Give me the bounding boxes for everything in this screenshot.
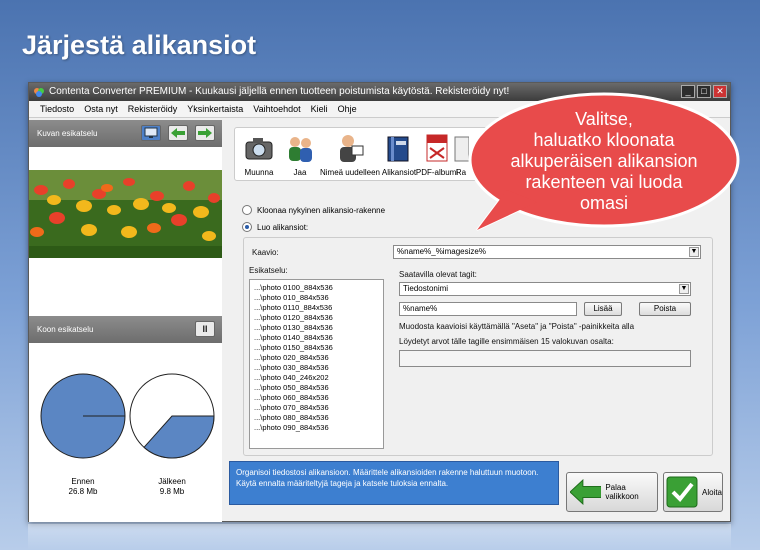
- after-title: Jälkeen: [158, 477, 186, 486]
- page-title: Järjestä alikansiot: [22, 30, 257, 60]
- pattern-label: Kaavio:: [252, 248, 279, 257]
- window-title: Contenta Converter PREMIUM - Kuukausi jä…: [49, 86, 510, 97]
- start-button-label: Aloita: [701, 487, 722, 497]
- clone-option-label: Kloonaa nykyinen alikansio-rakenne: [257, 205, 386, 215]
- size-pie-charts: Ennen 26.8 Mb Jälkeen 9.8 Mb: [29, 370, 222, 496]
- tool-convert[interactable]: Muunna: [239, 132, 279, 177]
- start-button[interactable]: Aloita: [663, 472, 723, 512]
- after-label: Jälkeen 9.8 Mb: [142, 477, 202, 497]
- image-preview-header: Kuvan esikatselu: [29, 120, 222, 147]
- create-option-label: Luo alikansiot:: [257, 222, 309, 232]
- list-item: ...\photo 020_884x536: [254, 353, 329, 362]
- list-item: ...\photo 080_884x536: [254, 413, 329, 422]
- callout-line: rakenteen vai luoda: [525, 172, 683, 192]
- menu-help[interactable]: Ohje: [333, 101, 362, 117]
- size-preview-label: Koon esikatselu: [37, 325, 94, 334]
- chevron-down-icon: ▼: [679, 284, 689, 294]
- list-item: ...\photo 050_884x536: [254, 383, 329, 392]
- left-panel: Kuvan esikatselu Koon esikatselu II Enne…: [29, 120, 222, 522]
- tool-rename-label: Nimeä uudelleen: [319, 168, 381, 177]
- pdf-icon: [426, 134, 448, 162]
- tag-input[interactable]: %name%: [399, 302, 577, 316]
- preview-blank: [29, 258, 222, 299]
- people-icon: [289, 137, 312, 162]
- subfolder-settings-group: Kaavio: %name%_%imagesize% ▼ Esikatselu:…: [243, 237, 713, 456]
- menu-options[interactable]: Vaihtoehdot: [248, 101, 305, 117]
- flower-preview-image: [29, 170, 222, 258]
- list-item: ...\photo 0110_884x536: [254, 303, 333, 312]
- callout-line: alkuperäisen alikansion: [510, 151, 698, 171]
- callout-text: Valitse, haluatko kloonata alkuperäisen …: [467, 109, 741, 214]
- menu-register[interactable]: Rekisteröidy: [123, 101, 183, 117]
- list-item: ...\photo 010_884x536: [254, 293, 329, 302]
- list-item: ...\photo 030_884x536: [254, 363, 329, 372]
- back-button-label: Palaa valikkoon: [605, 483, 639, 501]
- list-item: ...\photo 0120_884x536: [254, 313, 333, 322]
- create-option[interactable]: Luo alikansiot:: [242, 222, 308, 232]
- list-item: ...\photo 0130_884x536: [254, 323, 333, 332]
- checkmark-icon: [666, 476, 698, 508]
- list-item: ...\photo 040_246x202: [254, 373, 329, 382]
- rename-person-icon: [340, 135, 364, 162]
- tool-convert-label: Muunna: [244, 168, 274, 177]
- list-item: ...\photo 0140_884x536: [254, 333, 333, 342]
- monitor-icon[interactable]: [141, 125, 161, 141]
- after-size: 9.8 Mb: [159, 487, 185, 496]
- list-item: ...\photo 0100_884x536: [254, 283, 333, 292]
- remove-button[interactable]: Poista: [639, 302, 691, 316]
- camera-icon: [245, 138, 273, 160]
- callout-line: omasi: [579, 193, 628, 213]
- next-arrow-icon[interactable]: [195, 125, 215, 141]
- preview-label: Esikatselu:: [249, 266, 288, 275]
- clone-option[interactable]: Kloonaa nykyinen alikansio-rakenne: [242, 205, 385, 215]
- pattern-dropdown[interactable]: %name%_%imagesize% ▼: [393, 245, 701, 259]
- tool-share[interactable]: Jaa: [280, 132, 320, 177]
- tags-dropdown[interactable]: Tiedostonimi ▼: [399, 282, 691, 296]
- found-values-label: Löydetyt arvot tälle tagille ensimmäisen…: [399, 337, 614, 346]
- menu-language[interactable]: Kieli: [306, 101, 333, 117]
- add-button[interactable]: Lisää: [584, 302, 622, 316]
- pause-button[interactable]: II: [195, 321, 215, 337]
- tag-input-value: %name%: [403, 304, 438, 313]
- list-item: ...\photo 060_884x536: [254, 393, 329, 402]
- found-values-field[interactable]: [399, 350, 691, 367]
- clone-radio[interactable]: [242, 205, 252, 215]
- tag-selected: Tiedostonimi: [403, 284, 449, 293]
- previous-arrow-icon[interactable]: [168, 125, 188, 141]
- folder-book-icon: [387, 136, 409, 162]
- before-title: Ennen: [71, 477, 95, 486]
- create-radio[interactable]: [242, 222, 252, 232]
- back-arrow-icon: [570, 479, 602, 505]
- list-item: ...\photo 0150_884x536: [254, 343, 333, 352]
- menu-buy[interactable]: Osta nyt: [79, 101, 123, 117]
- callout-line: Valitse,: [575, 109, 633, 129]
- window-reflection: [28, 524, 731, 550]
- list-item: ...\photo 090_884x536: [254, 423, 329, 432]
- preview-list[interactable]: ...\photo 0100_884x536 ...\photo 010_884…: [249, 279, 384, 449]
- before-label: Ennen 26.8 Mb: [53, 477, 113, 497]
- chevron-down-icon: ▼: [689, 247, 699, 257]
- back-to-menu-button[interactable]: Palaa valikkoon: [566, 472, 658, 512]
- callout-line: haluatko kloonata: [533, 130, 675, 150]
- callout-bubble: Valitse, haluatko kloonata alkuperäisen …: [467, 90, 741, 235]
- status-description: Organisoi tiedostosi alikansioon. Määrit…: [229, 461, 559, 505]
- before-size: 26.8 Mb: [68, 487, 98, 496]
- tags-label: Saatavilla olevat tagit:: [399, 270, 477, 279]
- app-logo-icon: [34, 88, 44, 97]
- help-text: Muodosta kaavioisi käyttämällä "Aseta" j…: [399, 322, 635, 331]
- pattern-value: %name%_%imagesize%: [397, 247, 486, 256]
- tool-rename[interactable]: Nimeä uudelleen: [319, 132, 381, 177]
- size-preview-header: Koon esikatselu II: [29, 316, 222, 343]
- menu-file[interactable]: Tiedosto: [35, 101, 79, 117]
- menu-simplify[interactable]: Yksinkertaista: [182, 101, 248, 117]
- image-preview-label: Kuvan esikatselu: [37, 129, 98, 138]
- tool-share-label: Jaa: [293, 168, 307, 177]
- list-item: ...\photo 070_884x536: [254, 403, 329, 412]
